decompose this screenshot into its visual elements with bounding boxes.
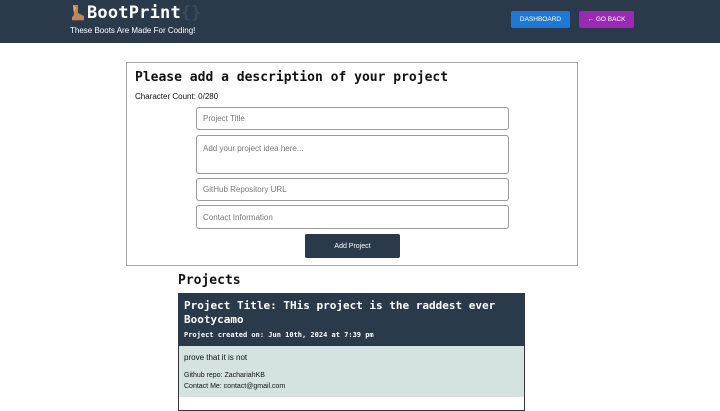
project-form: Please add a description of your project… — [126, 62, 578, 266]
project-title-input[interactable]: Project Title — [196, 107, 509, 130]
form-title: Please add a description of your project — [135, 70, 449, 85]
project-description: prove that it is not — [184, 353, 248, 362]
project-contact: Contact Me: contact@gmail.com — [184, 383, 286, 390]
brand-name: BootPrint — [87, 3, 181, 23]
project-card-header: Project Title: THis project is the radde… — [179, 294, 524, 346]
contact-info-input[interactable]: Contact Information — [196, 205, 509, 229]
project-title: Project Title: THis project is the radde… — [184, 299, 496, 326]
go-back-button[interactable]: ← GO BACK — [579, 11, 634, 28]
project-idea-textarea[interactable]: Add your project idea here... — [196, 135, 509, 174]
character-count: Character Count: 0/280 — [135, 92, 219, 101]
add-project-button[interactable]: Add Project — [305, 234, 400, 258]
project-card: Project Title: THis project is the radde… — [178, 293, 525, 411]
app-header: BootPrint {} These Boots Are Made For Co… — [0, 0, 720, 43]
project-created-date: Project created on: Jun 10th, 2024 at 7:… — [184, 331, 374, 339]
boot-icon — [72, 5, 84, 21]
project-card-body: prove that it is not Github repo: Zachar… — [179, 346, 524, 397]
project-repo: Github repo: ZachariahKB — [184, 372, 265, 379]
github-url-input[interactable]: GitHub Repository URL — [196, 178, 509, 201]
projects-heading: Projects — [178, 273, 241, 288]
tagline: These Boots Are Made For Coding! — [70, 26, 196, 35]
dashboard-button[interactable]: DASHBOARD — [511, 11, 570, 28]
brand[interactable]: BootPrint {} — [70, 3, 201, 23]
brand-braces: {} — [180, 3, 202, 23]
